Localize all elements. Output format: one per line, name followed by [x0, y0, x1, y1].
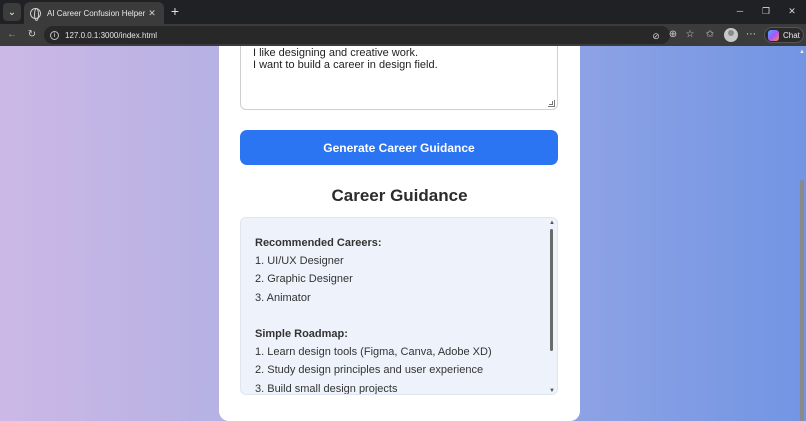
chevron-down-icon: ⌄	[7, 6, 17, 18]
page-viewport: I like designing and creative work. I wa…	[0, 46, 806, 421]
result-content: Recommended Careers: 1. UI/UX Designer 2…	[255, 234, 543, 395]
profile-avatar[interactable]	[724, 28, 738, 42]
minimize-button[interactable]: ─	[730, 4, 750, 18]
result-title: Career Guidance	[331, 186, 468, 205]
reload-icon: ↻	[27, 29, 37, 40]
scrollbar-thumb[interactable]	[550, 229, 553, 351]
careers-heading: Recommended Careers:	[255, 237, 382, 249]
tab-title: AI Career Confusion Helper	[47, 8, 146, 18]
generate-guidance-button[interactable]: Generate Career Guidance	[240, 130, 558, 165]
read-aloud-icon[interactable]: ⊘	[650, 30, 662, 42]
roadmap-item: 3. Build small design projects	[255, 382, 398, 395]
globe-icon	[30, 7, 41, 21]
roadmap-item: 2. Study design principles and user expe…	[255, 364, 484, 377]
restore-icon: ❐	[761, 6, 771, 16]
plus-icon: +	[170, 3, 180, 19]
tab-list-button[interactable]: ⌄	[3, 3, 21, 21]
career-item: 1. UI/UX Designer	[255, 255, 344, 268]
textarea-line: I want to build a career in design field…	[253, 59, 438, 71]
career-item: 3. Animator	[255, 291, 311, 304]
back-button[interactable]: ←	[5, 28, 19, 42]
interest-textarea[interactable]: I like designing and creative work. I wa…	[240, 46, 558, 110]
zoom-icon[interactable]: ⊕	[666, 28, 680, 42]
browser-tab[interactable]: AI Career Confusion Helper ✕	[24, 2, 164, 24]
more-menu-icon[interactable]: ⋯	[744, 28, 758, 42]
back-arrow-icon: ←	[7, 29, 17, 40]
url-text: 127.0.0.1:3000/index.html	[65, 30, 158, 40]
browser-title-bar: ⌄ AI Career Confusion Helper ✕ + ─ ❐ ✕	[0, 0, 806, 24]
resize-handle[interactable]	[548, 100, 555, 107]
reload-button[interactable]: ↻	[25, 28, 39, 42]
result-box: Recommended Careers: 1. UI/UX Designer 2…	[240, 217, 558, 395]
career-item: 2. Graphic Designer	[255, 273, 353, 286]
info-icon[interactable]: i	[50, 30, 59, 40]
scroll-up-icon[interactable]: ▲	[549, 219, 555, 227]
roadmap-heading: Simple Roadmap:	[255, 327, 348, 340]
textarea-line: I like designing and creative work.	[253, 47, 419, 59]
address-bar[interactable]: i 127.0.0.1:3000/index.html ⊘	[44, 26, 670, 44]
roadmap-item: 1. Learn design tools (Figma, Canva, Ado…	[255, 346, 492, 359]
chat-button[interactable]: Chat	[764, 27, 804, 43]
result-scrollbar[interactable]: ▲ ▼	[547, 218, 557, 394]
minimize-icon: ─	[736, 6, 744, 16]
favorite-star-icon[interactable]: ☆	[683, 28, 697, 42]
scroll-down-icon[interactable]: ▼	[549, 387, 555, 394]
main-card: I like designing and creative work. I wa…	[219, 46, 580, 421]
close-icon: ✕	[788, 6, 796, 16]
copilot-icon	[768, 29, 779, 41]
page-scrollbar-thumb[interactable]	[800, 180, 804, 421]
window-close-button[interactable]: ✕	[782, 4, 802, 18]
scroll-up-icon[interactable]: ▲	[799, 48, 805, 56]
chat-label: Chat	[783, 30, 800, 40]
favorites-icon[interactable]: ✩	[703, 28, 717, 42]
new-tab-button[interactable]: +	[167, 3, 183, 19]
browser-toolbar: ← ↻ i 127.0.0.1:3000/index.html ⊘ ⊕ ☆ ✩ …	[0, 24, 806, 46]
restore-button[interactable]: ❐	[756, 4, 776, 18]
close-icon[interactable]: ✕	[146, 8, 158, 19]
page-scrollbar[interactable]: ▲	[798, 46, 806, 421]
